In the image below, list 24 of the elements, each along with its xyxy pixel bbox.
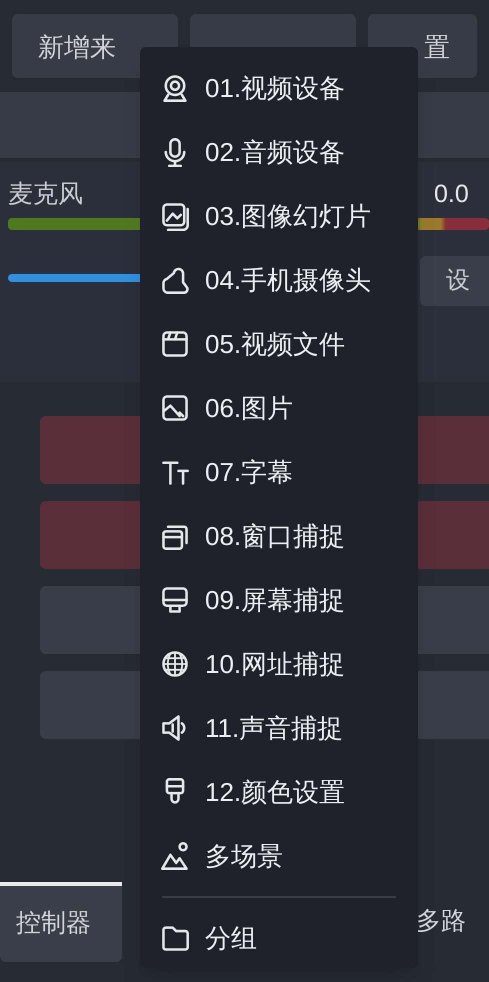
menu-item[interactable]: 12.颜色设置 (140, 760, 418, 824)
menu-item[interactable]: 04.手机摄像头 (140, 248, 418, 312)
menu-item[interactable]: 08.窗口捕捉 (140, 504, 418, 568)
clapperboard-icon (160, 329, 190, 359)
image-icon (160, 393, 190, 423)
mountains-icon (160, 841, 190, 871)
menu-item[interactable]: 05.视频文件 (140, 312, 418, 376)
slides-icon (160, 201, 190, 231)
menu-item[interactable]: 09.屏幕捕捉 (140, 568, 418, 632)
menu-item[interactable]: 多场景 (140, 824, 418, 888)
tab[interactable]: 多路 (416, 882, 489, 962)
channel-name: 麦克风 (8, 179, 83, 210)
tab[interactable]: 控制器 (0, 882, 122, 962)
volume-reading: 0.0 (434, 179, 469, 210)
menu-item[interactable]: 02.音频设备 (140, 120, 418, 184)
menu-item[interactable]: 03.图像幻灯片 (140, 184, 418, 248)
menu-item[interactable]: 10.网址捕捉 (140, 632, 418, 696)
menu-item[interactable]: 07.字幕 (140, 440, 418, 504)
settings-button[interactable]: 设 (420, 256, 489, 306)
menu-item[interactable]: 分组 (140, 906, 418, 970)
menu-item[interactable]: 11.声音捕捉 (140, 696, 418, 760)
menu-item[interactable]: 06.图片 (140, 376, 418, 440)
globe-icon (160, 649, 190, 679)
monitor-icon (160, 585, 190, 615)
